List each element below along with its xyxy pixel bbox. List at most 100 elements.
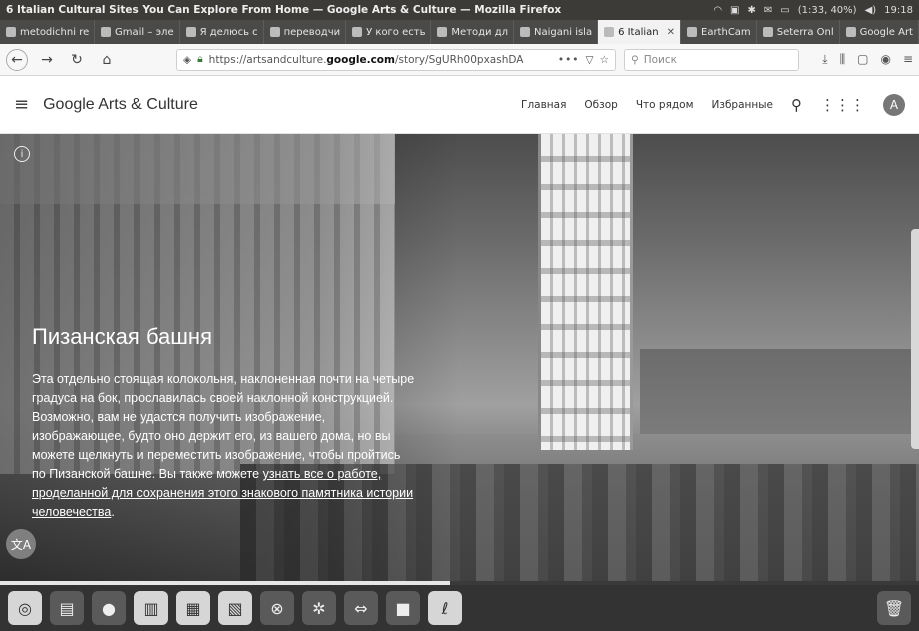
url-prefix: https://artsandculture. xyxy=(208,53,327,66)
search-placeholder: Поиск xyxy=(643,53,677,66)
story-end: . xyxy=(111,505,115,519)
url-text[interactable]: https://artsandculture.google.com/story/… xyxy=(209,54,552,66)
tab-seterra[interactable]: Seterra Onl xyxy=(757,20,840,44)
page-icon xyxy=(352,27,363,37)
navigation-bar: ← → ↻ ⌂ ◈ 🔒︎ https://artsandculture.goog… xyxy=(0,44,919,76)
tab-google-arts[interactable]: Google Art xyxy=(840,20,919,44)
tab-who-has[interactable]: У кого есть xyxy=(346,20,432,44)
hamburger-menu-icon[interactable]: ≡ xyxy=(14,94,29,115)
side-panel-handle[interactable] xyxy=(911,229,919,449)
video-icon[interactable]: ■ xyxy=(386,591,420,625)
apps-grid-icon[interactable]: ⋮⋮⋮ xyxy=(820,96,865,114)
street-view-panorama[interactable]: i Пизанская башня Эта отдельно стоящая к… xyxy=(0,134,919,585)
tab-label: Seterra Onl xyxy=(776,26,834,38)
download-icon[interactable]: ⤓ xyxy=(822,52,827,67)
tab-translator[interactable]: переводчи xyxy=(264,20,347,44)
mail-icon[interactable]: ✉ xyxy=(764,5,772,16)
wifi-icon[interactable]: ◠ xyxy=(713,5,722,16)
page-icon xyxy=(520,27,531,37)
bookmark-star-icon[interactable]: ☆ xyxy=(600,54,609,66)
site-logo[interactable]: Google Arts & Culture xyxy=(43,96,198,114)
tab-share[interactable]: Я делюсь с xyxy=(180,20,264,44)
toolbar-icons: ⤓ ⫼ ▢ ◉ ≡ xyxy=(822,52,913,67)
close-tab-icon[interactable]: ✕ xyxy=(667,27,675,38)
battery-status: (1:33, 40%) xyxy=(797,4,857,16)
volume-icon[interactable]: ◀) xyxy=(865,5,877,16)
page-actions-icon[interactable]: ••• xyxy=(558,54,580,66)
files-icon[interactable]: ▤ xyxy=(50,591,84,625)
home-button[interactable]: ⌂ xyxy=(96,49,118,71)
seterra-icon xyxy=(762,27,773,37)
tab-label: переводчи xyxy=(283,26,341,38)
url-path: /story/SgURh00pxashDA xyxy=(394,53,524,66)
extension-icon[interactable]: ◉ xyxy=(880,52,890,67)
translate-icon xyxy=(269,27,280,37)
tower-columns xyxy=(541,134,630,450)
firefox-icon[interactable]: ● xyxy=(92,591,126,625)
tab-label: EarthCam xyxy=(701,26,751,38)
tab-label: Методи дл xyxy=(451,26,509,38)
tab-gmail[interactable]: Gmail – эле xyxy=(95,20,180,44)
search-icon[interactable]: ⚲ xyxy=(791,96,802,114)
tab-label: Google Art xyxy=(859,26,913,38)
avatar[interactable]: A xyxy=(883,93,905,116)
trash-icon[interactable]: 🗑︎ xyxy=(877,591,911,625)
tab-label: У кого есть xyxy=(366,26,426,38)
writer-icon[interactable]: ▥ xyxy=(134,591,168,625)
shield-icon[interactable]: ◈ xyxy=(183,54,191,66)
translate-button[interactable]: 文A xyxy=(6,529,36,559)
nav-explore[interactable]: Обзор xyxy=(584,99,617,111)
earthcam-icon xyxy=(687,27,697,37)
tab-label: Я делюсь с xyxy=(199,26,258,38)
tab-label: 6 Italian xyxy=(618,26,659,38)
site-header: ≡ Google Arts & Culture Главная Обзор Чт… xyxy=(0,76,919,134)
draw-icon[interactable]: ℓ xyxy=(428,591,462,625)
bluetooth-icon[interactable]: ✱ xyxy=(748,5,756,16)
story-body: Эта отдельно стоящая колокольня, наклоне… xyxy=(32,372,415,481)
impress-icon[interactable]: ▧ xyxy=(218,591,252,625)
story-title: Пизанская башня xyxy=(32,324,212,349)
tab-label: Gmail – эле xyxy=(115,26,174,38)
tab-naigani[interactable]: Naigani isla xyxy=(514,20,599,44)
leaning-tower xyxy=(538,134,633,450)
pocket-icon[interactable]: ▽ xyxy=(586,54,594,66)
os-top-bar: 6 Italian Cultural Sites You Can Explore… xyxy=(0,0,919,20)
window-title: 6 Italian Cultural Sites You Can Explore… xyxy=(6,4,562,16)
update-icon[interactable]: ⊗ xyxy=(260,591,294,625)
clock[interactable]: 19:18 xyxy=(884,5,913,16)
nav-favorites[interactable]: Избранные xyxy=(712,99,774,111)
gmail-icon xyxy=(101,27,112,37)
tab-label: Naigani isla xyxy=(534,26,593,38)
lock-icon[interactable]: 🔒︎ xyxy=(197,53,203,66)
tab-methods[interactable]: Методи дл xyxy=(431,20,515,44)
tab-earthcam[interactable]: EarthCam xyxy=(681,20,757,44)
system-tray: ◠ ▣ ✱ ✉ ▭ (1:33, 40%) ◀) 19:18 xyxy=(713,5,913,16)
tab-6-italian[interactable]: 6 Italian ✕ xyxy=(598,20,681,44)
search-icon: ⚲ xyxy=(631,53,639,66)
tab-metodichni[interactable]: metodichni re xyxy=(0,20,96,44)
library-icon[interactable]: ⫼ xyxy=(840,52,846,67)
arts-culture-icon xyxy=(845,27,856,37)
sidebar-icon[interactable]: ▢ xyxy=(857,52,868,67)
page-icon xyxy=(437,27,448,37)
forward-button[interactable]: → xyxy=(36,49,58,71)
ubuntu-icon[interactable]: ◎ xyxy=(8,591,42,625)
nav-home[interactable]: Главная xyxy=(521,99,566,111)
back-button[interactable]: ← xyxy=(6,48,28,71)
remote-icon[interactable]: ⇔ xyxy=(344,591,378,625)
settings-icon[interactable]: ✲ xyxy=(302,591,336,625)
menu-icon[interactable]: ≡ xyxy=(903,52,913,67)
launcher-dock: ◎ ▤ ● ▥ ▦ ▧ ⊗ ✲ ⇔ ■ ℓ 🗑︎ xyxy=(0,585,919,631)
info-icon[interactable]: i xyxy=(14,146,30,162)
battery-icon[interactable]: ▭ xyxy=(780,5,789,16)
arts-culture-icon xyxy=(604,27,615,37)
search-field[interactable]: ⚲ Поиск xyxy=(624,48,799,71)
site-nav: Главная Обзор Что рядом Избранные ⚲ ⋮⋮⋮ … xyxy=(521,93,905,116)
url-domain: google.com xyxy=(326,53,395,66)
story-text: Эта отдельно стоящая колокольня, наклоне… xyxy=(32,370,417,522)
nav-nearby[interactable]: Что рядом xyxy=(636,99,694,111)
address-bar[interactable]: ◈ 🔒︎ https://artsandculture.google.com/s… xyxy=(176,48,616,71)
reload-button[interactable]: ↻ xyxy=(66,49,88,71)
keyboard-icon[interactable]: ▣ xyxy=(730,5,739,16)
calc-icon[interactable]: ▦ xyxy=(176,591,210,625)
